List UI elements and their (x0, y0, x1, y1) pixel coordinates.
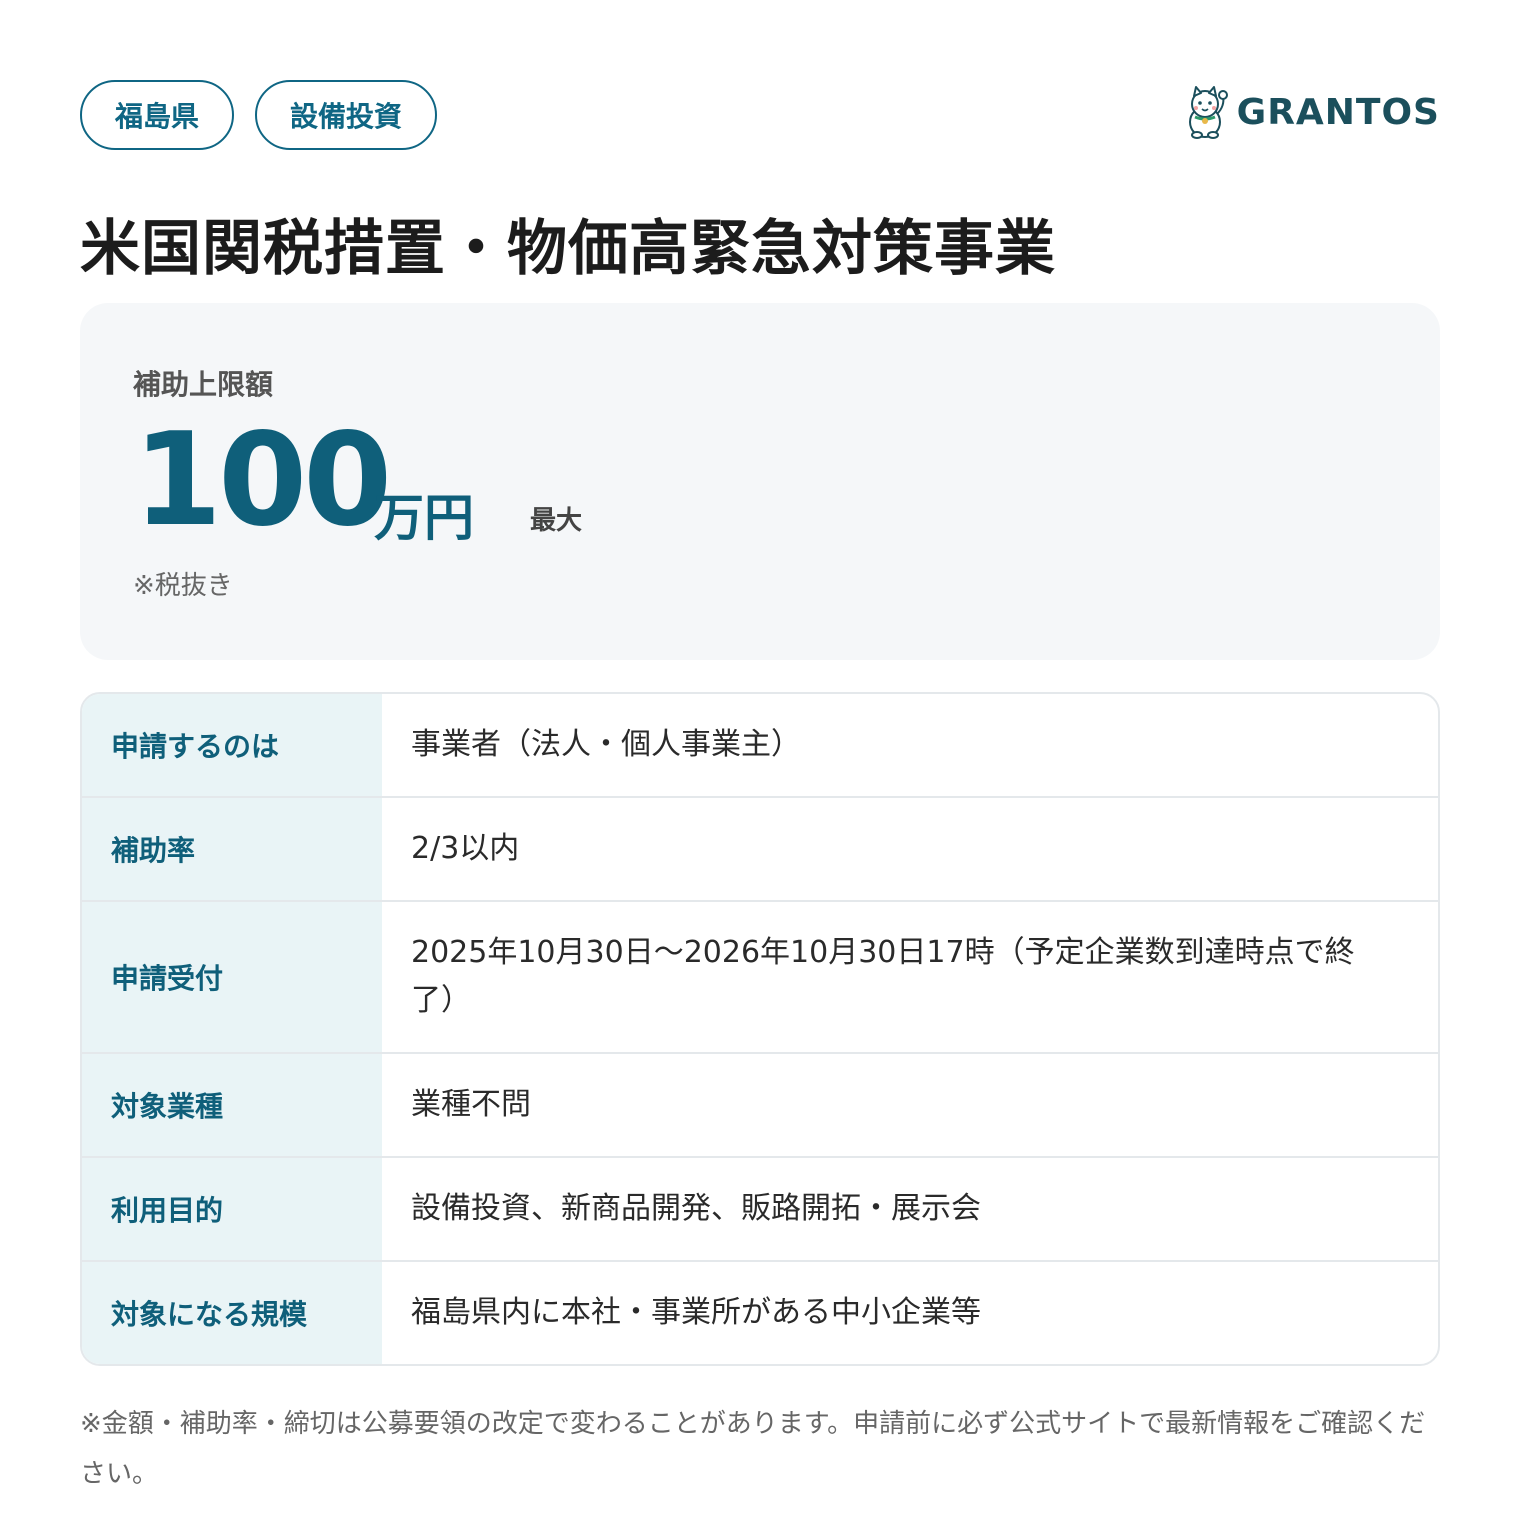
amount-qualifier: 最大 (530, 506, 583, 536)
page-title: 米国関税措置・物価高緊急対策事業 (80, 214, 1056, 284)
disclaimer-note: ※金額・補助率・締切は公募要領の改定で変わることがあります。申請前に必ず公式サイ… (80, 1409, 1426, 1489)
row-label: 申請するのは (82, 694, 382, 796)
brand-name: GRANTOS (1236, 91, 1440, 133)
row-value: 2/3以内 (411, 831, 520, 866)
row-label: 対象になる規模 (82, 1262, 382, 1364)
table-row: 補助率 2/3以内 (82, 798, 1438, 902)
table-row: 対象業種 業種不問 (82, 1054, 1438, 1158)
subsidy-amount-card: 補助上限額 100 万円 最大 ※税抜き (80, 303, 1440, 660)
row-label: 利用目的 (82, 1158, 382, 1260)
row-label: 補助率 (82, 798, 382, 900)
amount-tax-note: ※税抜き (133, 571, 233, 601)
table-row: 利用目的 設備投資、新商品開発、販路開拓・展示会 (82, 1158, 1438, 1262)
row-value: 業種不問 (411, 1087, 531, 1122)
amount-unit: 万円 (374, 489, 474, 547)
table-row: 申請するのは 事業者（法人・個人事業主） (82, 694, 1438, 798)
lucky-cat-icon (1188, 86, 1228, 139)
brand-logo[interactable]: GRANTOS (1183, 84, 1440, 140)
table-row: 対象になる規模 福島県内に本社・事業所がある中小企業等 (82, 1262, 1438, 1364)
details-table: 申請するのは 事業者（法人・個人事業主） 補助率 2/3以内 申請受付 2025… (80, 692, 1440, 1366)
row-value: 福島県内に本社・事業所がある中小企業等 (411, 1295, 981, 1330)
tag-category[interactable]: 設備投資 (255, 80, 438, 150)
tag-prefecture[interactable]: 福島県 (80, 80, 235, 150)
amount-label: 補助上限額 (133, 368, 274, 401)
row-value: 設備投資、新商品開発、販路開拓・展示会 (411, 1191, 981, 1226)
row-label: 申請受付 (82, 902, 382, 1052)
row-value: 2025年10月30日〜2026年10月30日17時（予定企業数到達時点で終了） (411, 935, 1355, 1018)
tag-list: 福島県 設備投資 (80, 80, 438, 150)
row-label: 対象業種 (82, 1054, 382, 1156)
table-row: 申請受付 2025年10月30日〜2026年10月30日17時（予定企業数到達時… (82, 902, 1438, 1054)
row-value: 事業者（法人・個人事業主） (411, 727, 801, 762)
amount-value: 100 (133, 406, 392, 555)
